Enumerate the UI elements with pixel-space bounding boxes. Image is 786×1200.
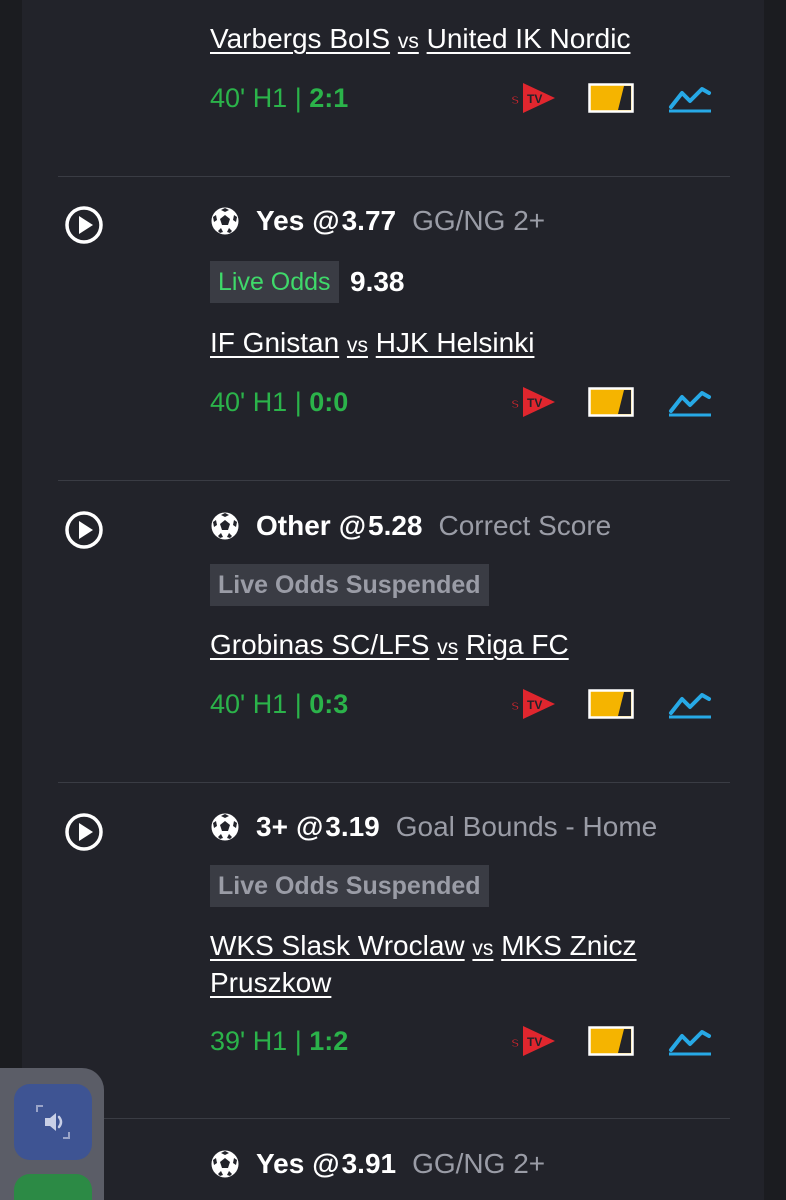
match-score: 0:3	[309, 688, 349, 719]
selection-row: Yes @ 3.77 GG/NG 2+	[210, 201, 545, 241]
selection-pick: Yes	[256, 205, 305, 236]
match-status: 39' H1 | 1:2	[210, 1021, 348, 1061]
match-teams[interactable]: IF Gnistan vs HJK Helsinki	[210, 326, 730, 363]
match-tracker-icon[interactable]	[588, 689, 634, 719]
match-tracker-icon[interactable]	[588, 83, 634, 113]
match-status: 40' H1 | 0:3	[210, 684, 348, 724]
selection-odds: 3.19	[325, 811, 380, 842]
market-name: GG/NG 2+	[412, 205, 546, 236]
svg-text:TV: TV	[527, 1035, 542, 1049]
selection-pick: 3+	[256, 811, 288, 842]
selection-odds: 5.28	[368, 510, 423, 541]
away-team[interactable]: Riga FC	[466, 629, 569, 660]
selection-pick: Other	[256, 510, 331, 541]
match-status: 40' H1 | 2:1	[210, 78, 348, 118]
live-odds-suspended-badge: Live Odds Suspended	[210, 564, 489, 606]
divider	[58, 176, 730, 177]
match-status: 40' H1 | 0:0	[210, 382, 348, 422]
match-teams[interactable]: WKS Slask Wroclaw vs MKS Znicz Pruszkow	[210, 929, 730, 1000]
stv-stream-icon[interactable]: s TV	[509, 686, 557, 722]
live-odds-value: 9.38	[350, 266, 405, 297]
selection-odds: 3.77	[341, 205, 397, 236]
match-time: 39' H1 |	[210, 1025, 302, 1056]
at-symbol: @	[312, 1148, 340, 1179]
speaker-icon	[36, 1105, 70, 1139]
stv-stream-icon[interactable]: s TV	[509, 384, 557, 420]
stv-stream-icon[interactable]: s TV	[509, 1023, 557, 1059]
at-symbol: @	[338, 510, 366, 541]
match-time: 40' H1 |	[210, 386, 302, 417]
market-name: Correct Score	[438, 510, 612, 541]
soccer-ball-icon	[211, 813, 239, 841]
match-time: 40' H1 |	[210, 688, 302, 719]
svg-text:s: s	[511, 1034, 519, 1051]
live-odds-suspended-badge: Live Odds Suspended	[210, 865, 489, 907]
play-circle-icon[interactable]	[64, 812, 104, 852]
vs-label: vs	[472, 937, 494, 960]
soccer-ball-icon	[211, 512, 239, 540]
green-action-button[interactable]	[14, 1174, 92, 1200]
svg-text:s: s	[511, 395, 519, 412]
stv-stream-icon[interactable]: s TV	[509, 80, 557, 116]
match-tracker-icon[interactable]	[588, 387, 634, 417]
selection-pick: Yes	[256, 1148, 305, 1179]
away-team[interactable]: United IK Nordic	[427, 23, 631, 54]
selection-row: 3+ @ 3.19 Goal Bounds - Home	[210, 807, 657, 847]
match-time: 40' H1 |	[210, 82, 302, 113]
away-team[interactable]: HJK Helsinki	[376, 327, 535, 358]
statistics-chart-icon[interactable]	[668, 689, 712, 719]
speaker-button[interactable]	[14, 1084, 92, 1160]
play-circle-icon[interactable]	[64, 205, 104, 245]
match-teams[interactable]: Grobinas SC/LFS vs Riga FC	[210, 628, 730, 665]
statistics-chart-icon[interactable]	[668, 387, 712, 417]
svg-text:s: s	[511, 697, 519, 714]
svg-text:TV: TV	[527, 396, 542, 410]
vs-label: vs	[437, 636, 459, 659]
vs-label: vs	[397, 30, 419, 53]
match-score: 2:1	[309, 82, 349, 113]
selection-row: Other @ 5.28 Correct Score	[210, 506, 611, 546]
statistics-chart-icon[interactable]	[668, 1026, 712, 1056]
match-score: 0:0	[309, 386, 349, 417]
match-tracker-icon[interactable]	[588, 1026, 634, 1056]
svg-text:TV: TV	[527, 698, 542, 712]
home-team[interactable]: Grobinas SC/LFS	[210, 629, 429, 660]
match-score: 1:2	[309, 1025, 349, 1056]
home-team[interactable]: WKS Slask Wroclaw	[210, 930, 465, 961]
svg-text:TV: TV	[527, 92, 542, 106]
soccer-ball-icon	[211, 1150, 239, 1178]
home-team[interactable]: IF Gnistan	[210, 327, 339, 358]
market-name: Goal Bounds - Home	[395, 811, 658, 842]
soccer-ball-icon	[211, 207, 239, 235]
svg-text:s: s	[511, 91, 519, 108]
at-symbol: @	[312, 205, 340, 236]
selection-odds: 3.91	[341, 1148, 397, 1179]
market-name: GG/NG 2+	[412, 1148, 546, 1179]
play-circle-icon[interactable]	[64, 510, 104, 550]
match-teams[interactable]: Varbergs BoIS vs United IK Nordic	[210, 22, 730, 59]
divider	[58, 782, 730, 783]
divider	[58, 1118, 730, 1119]
at-symbol: @	[295, 811, 324, 842]
home-team[interactable]: Varbergs BoIS	[210, 23, 390, 54]
statistics-chart-icon[interactable]	[668, 83, 712, 113]
selection-row: Yes @ 3.91 GG/NG 2+	[210, 1144, 545, 1184]
divider	[58, 480, 730, 481]
vs-label: vs	[346, 334, 368, 357]
live-odds-badge: Live Odds	[210, 261, 339, 303]
